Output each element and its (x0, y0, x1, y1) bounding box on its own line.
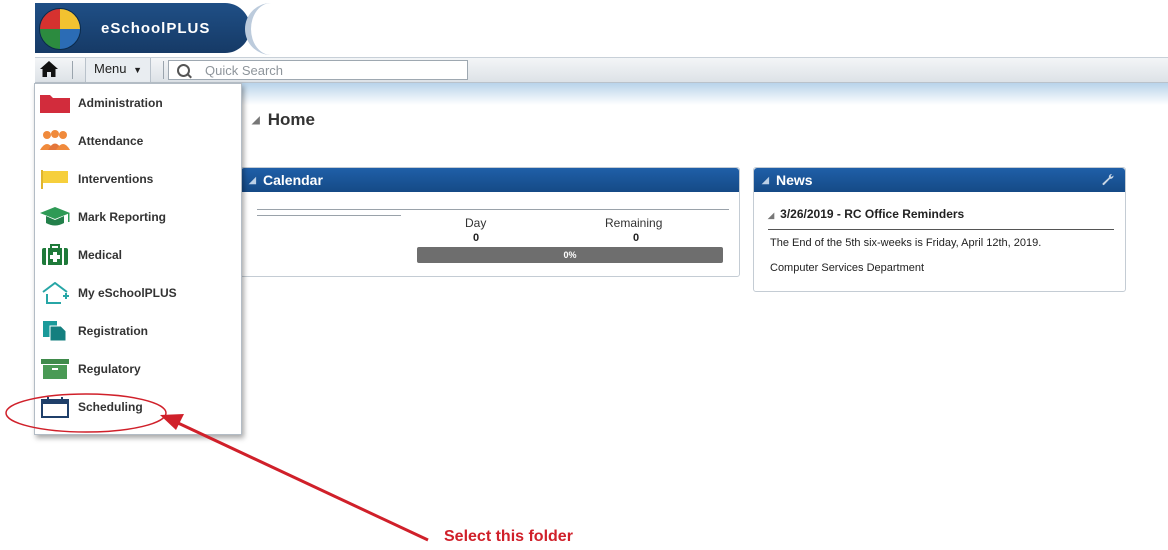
calendar-title: Calendar (263, 172, 323, 188)
annotation-arrow-line (177, 421, 429, 542)
documents-icon (43, 321, 67, 342)
menu-item-label: Scheduling (78, 400, 143, 414)
calendar-widget: ◢ Calendar Day Remaining 0 0 0% (240, 167, 740, 277)
menu-item-label: Administration (78, 96, 163, 110)
menu-item-label: Mark Reporting (78, 210, 167, 224)
menu-button[interactable]: Menu ▼ (85, 58, 152, 83)
menu-item-mark-reporting[interactable]: Mark Reporting (35, 198, 241, 236)
menu-button-label: Menu (94, 61, 127, 76)
home-icon (40, 61, 58, 77)
flag-icon (41, 170, 68, 189)
toolbar-separator (72, 61, 73, 79)
search-icon (177, 64, 190, 77)
annotation-label: Select this folder (444, 528, 573, 545)
main-menu-dropdown: Administration Attendance Interventions … (34, 83, 242, 435)
progress-text: 0% (563, 250, 577, 260)
menu-item-label: Interventions (78, 172, 154, 186)
people-icon (40, 130, 70, 150)
divider (768, 229, 1114, 230)
menu-item-my-eschoolplus[interactable]: My eSchoolPLUS (35, 274, 241, 312)
house-plus-icon (42, 282, 69, 304)
day-label: Day (465, 216, 487, 230)
content-header-band (240, 83, 1168, 105)
news-body-line: The End of the 5th six-weeks is Friday, … (770, 237, 1042, 249)
quick-search-input[interactable] (205, 61, 460, 79)
day-value: 0 (473, 232, 480, 244)
caret-down-icon: ▼ (133, 65, 143, 75)
progress-bar: 0% (417, 247, 723, 263)
divider (257, 209, 729, 210)
wrench-icon[interactable] (1101, 173, 1115, 187)
brand-banner[interactable]: eSchoolPLUS (35, 3, 250, 53)
menu-item-attendance[interactable]: Attendance (35, 122, 241, 160)
menu-item-regulatory[interactable]: Regulatory (35, 350, 241, 388)
news-widget-header[interactable]: ◢ News (754, 168, 1125, 192)
calendar-icon (41, 397, 69, 418)
news-headline[interactable]: ◢ 3/26/2019 - RC Office Reminders (768, 207, 964, 221)
menu-item-label: Registration (78, 324, 149, 338)
menu-item-interventions[interactable]: Interventions (35, 160, 241, 198)
menu-item-medical[interactable]: Medical (35, 236, 241, 274)
news-title: News (776, 172, 813, 188)
medical-kit-icon (42, 244, 68, 265)
header-swoosh (245, 3, 341, 55)
menu-item-label: My eSchoolPLUS (78, 286, 177, 300)
collapse-triangle-icon[interactable]: ◢ (768, 211, 774, 220)
remaining-label: Remaining (605, 216, 663, 230)
toolbar: Menu ▼ (35, 58, 1168, 83)
quick-search-box[interactable] (168, 60, 468, 80)
remaining-value: 0 (633, 232, 640, 244)
page-title: ◢ Home (252, 110, 315, 130)
divider (257, 215, 401, 216)
collapse-triangle-icon[interactable]: ◢ (252, 115, 260, 126)
menu-item-scheduling[interactable]: Scheduling (35, 388, 241, 426)
app-logo (39, 8, 81, 50)
collapse-triangle-icon[interactable]: ◢ (249, 168, 256, 192)
news-widget: ◢ News ◢ 3/26/2019 - RC Office Reminders … (753, 167, 1126, 292)
menu-item-label: Attendance (78, 134, 144, 148)
app-title: eSchoolPLUS (101, 20, 211, 37)
news-headline-text: 3/26/2019 - RC Office Reminders (780, 207, 965, 221)
menu-item-label: Regulatory (78, 362, 141, 376)
archive-box-icon (41, 359, 69, 379)
folder-icon (40, 95, 70, 113)
home-button[interactable] (39, 60, 61, 80)
news-body-line: Computer Services Department (770, 262, 925, 274)
page-title-text: Home (267, 110, 315, 129)
menu-item-registration[interactable]: Registration (35, 312, 241, 350)
menu-item-administration[interactable]: Administration (35, 84, 241, 122)
graduation-cap-icon (40, 207, 70, 226)
collapse-triangle-icon[interactable]: ◢ (762, 168, 769, 192)
app-header: eSchoolPLUS (35, 0, 1168, 58)
menu-item-label: Medical (78, 248, 123, 262)
calendar-widget-header[interactable]: ◢ Calendar (241, 168, 739, 192)
toolbar-separator (163, 61, 164, 79)
